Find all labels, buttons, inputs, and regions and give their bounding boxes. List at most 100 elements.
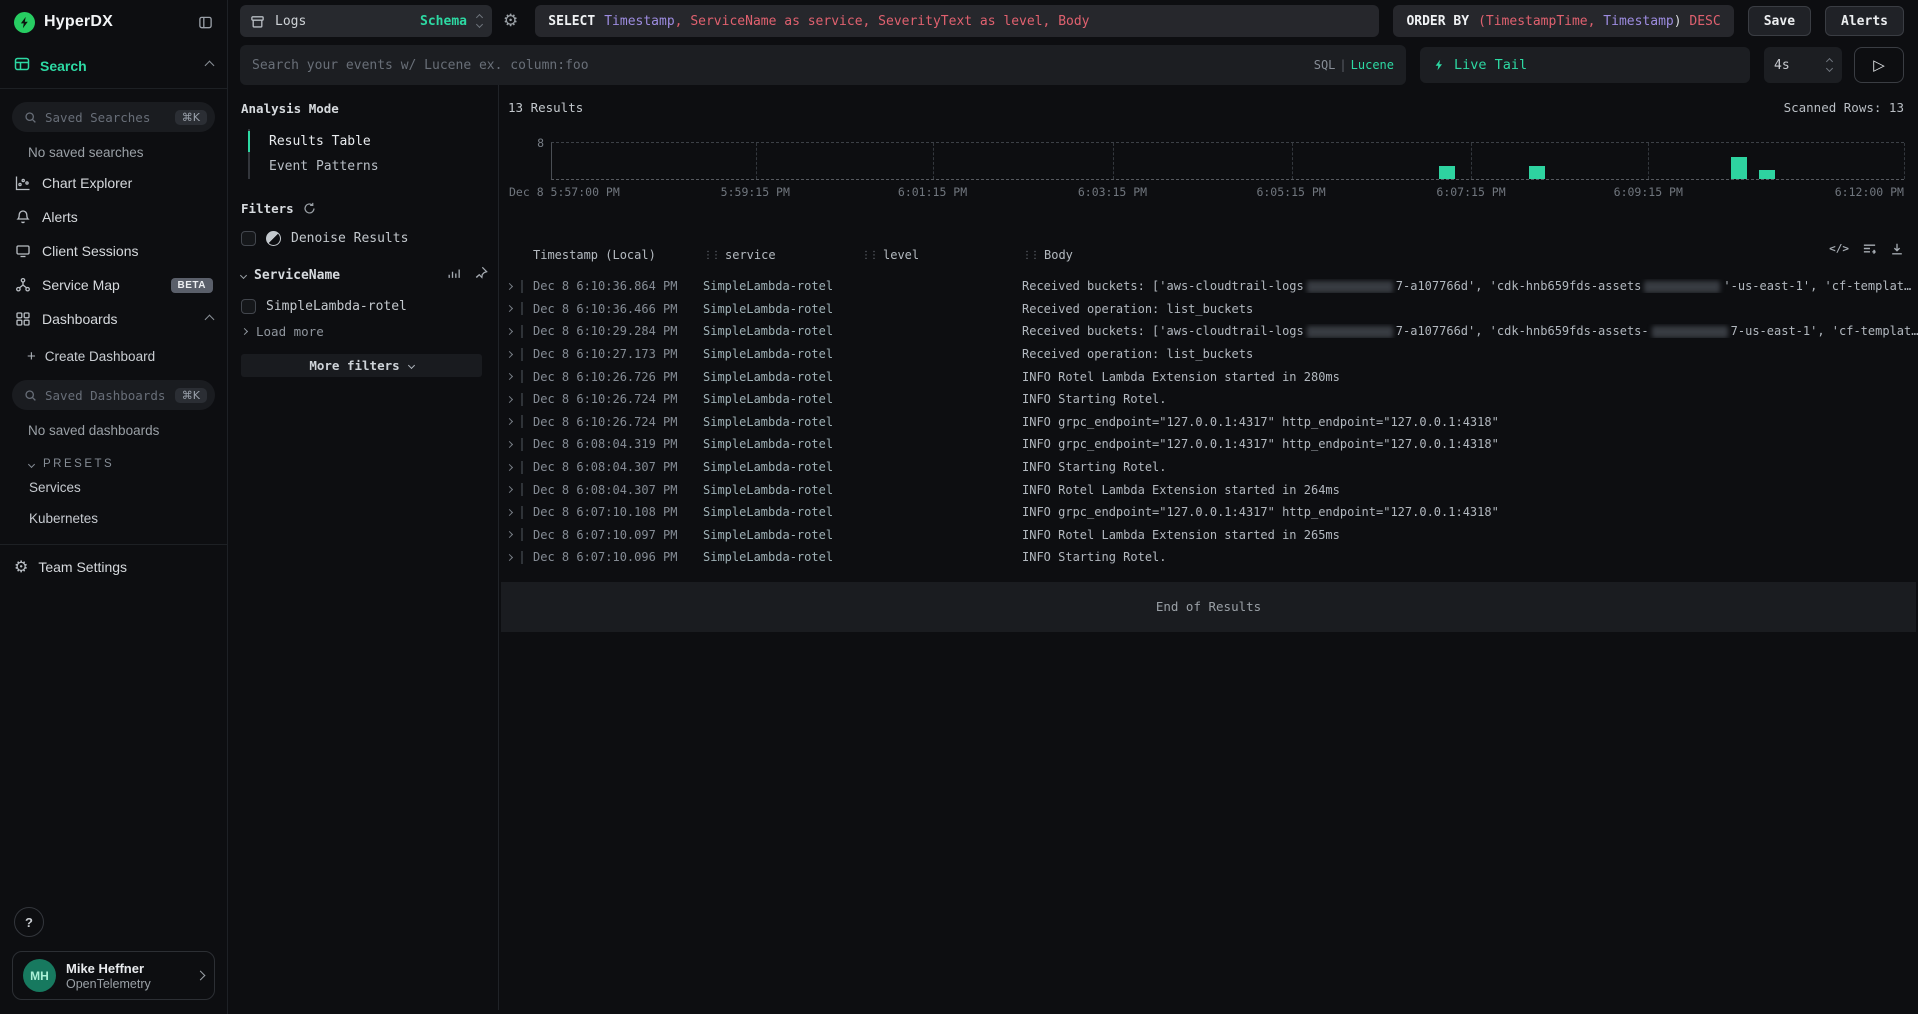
help-button[interactable]: ? — [14, 907, 44, 937]
row-expander[interactable] — [507, 551, 533, 564]
chevron-right-icon — [506, 373, 513, 380]
y-axis-tick: 8 — [537, 136, 544, 150]
row-expander[interactable] — [507, 415, 533, 428]
row-expander[interactable] — [507, 528, 533, 541]
table-row[interactable]: Dec 8 6:08:04.307 PMSimpleLambda-rotelIN… — [499, 456, 1918, 479]
wrap-lines-icon[interactable] — [1862, 241, 1877, 256]
language-toggle[interactable]: SQL|Lucene — [1314, 58, 1394, 72]
source-select[interactable]: Logs Schema — [240, 5, 492, 37]
table-row[interactable]: Dec 8 6:10:26.724 PMSimpleLambda-rotelIN… — [499, 388, 1918, 411]
refresh-interval-select[interactable]: 4s — [1764, 47, 1842, 83]
column-header-service[interactable]: ⋮⋮service — [703, 248, 861, 262]
grid-icon — [14, 311, 31, 327]
saved-dashboards-input[interactable]: Saved Dashboards ⌘K — [12, 380, 215, 410]
redacted-text — [1307, 281, 1393, 293]
select-clause-input[interactable]: SELECT Timestamp, ServiceName as service… — [535, 5, 1379, 37]
refresh-icon[interactable] — [303, 202, 316, 215]
row-expander[interactable] — [507, 461, 533, 474]
preset-services[interactable]: Services — [0, 472, 227, 503]
code-view-icon[interactable]: </> — [1829, 242, 1849, 255]
row-expander[interactable] — [507, 302, 533, 315]
mode-event-patterns[interactable]: Event Patterns — [250, 154, 488, 179]
sidebar-item-search[interactable]: Search — [0, 44, 227, 88]
row-expander[interactable] — [507, 370, 533, 383]
body-text: 7-us-east-1', 'cf-templat… — [1731, 324, 1918, 338]
gridline — [1292, 143, 1293, 179]
sidebar-item-team-settings[interactable]: ⚙ Team Settings — [0, 545, 227, 589]
preset-kubernetes[interactable]: Kubernetes — [0, 503, 227, 534]
denoise-results-option[interactable]: Denoise Results — [241, 231, 488, 246]
level-indicator — [521, 528, 523, 541]
sql-segment: SeverityText as level — [878, 14, 1042, 29]
order-by-input[interactable]: ORDER BY (TimestampTime, Timestamp) DESC — [1393, 5, 1733, 37]
histogram-bar[interactable] — [1529, 166, 1545, 180]
chevron-right-icon — [506, 418, 513, 425]
create-dashboard-button[interactable]: + Create Dashboard — [0, 336, 227, 367]
table-row[interactable]: Dec 8 6:10:29.284 PMSimpleLambda-rotelRe… — [499, 320, 1918, 343]
drag-handle-icon[interactable]: ⋮⋮ — [703, 250, 719, 261]
drag-handle-icon[interactable]: ⋮⋮ — [1022, 250, 1038, 261]
live-tail-button[interactable]: Live Tail — [1420, 47, 1750, 83]
table-row[interactable]: Dec 8 6:08:04.319 PMSimpleLambda-rotelIN… — [499, 433, 1918, 456]
search-input[interactable] — [252, 58, 1394, 73]
histogram-bar[interactable] — [1731, 157, 1747, 180]
table-row[interactable]: Dec 8 6:10:27.173 PMSimpleLambda-rotelRe… — [499, 343, 1918, 366]
body-text: INFO Rotel Lambda Extension started in 2… — [1022, 528, 1340, 542]
row-expander[interactable] — [507, 280, 533, 293]
histogram-plot[interactable] — [551, 142, 1904, 180]
facet-pin-icon[interactable] — [474, 266, 488, 284]
load-more-button[interactable]: Load more — [241, 324, 488, 339]
table-row[interactable]: Dec 8 6:10:26.724 PMSimpleLambda-rotelIN… — [499, 411, 1918, 434]
row-expander[interactable] — [507, 393, 533, 406]
filters-title: Filters — [241, 201, 294, 216]
table-row[interactable]: Dec 8 6:07:10.108 PMSimpleLambda-rotelIN… — [499, 501, 1918, 524]
row-expander[interactable] — [507, 483, 533, 496]
sql-toggle[interactable]: SQL — [1314, 58, 1336, 72]
facet-chart-icon[interactable] — [447, 266, 461, 284]
table-row[interactable]: Dec 8 6:08:04.307 PMSimpleLambda-rotelIN… — [499, 478, 1918, 501]
row-expander[interactable] — [507, 325, 533, 338]
table-row[interactable]: Dec 8 6:10:26.726 PMSimpleLambda-rotelIN… — [499, 365, 1918, 388]
histogram-bar[interactable] — [1439, 166, 1455, 180]
row-body: Received buckets: ['aws-cloudtrail-logs7… — [1022, 324, 1918, 338]
facet-value-simplelambda-rotel[interactable]: SimpleLambda-rotel — [241, 299, 488, 314]
user-menu[interactable]: MH Mike Heffner OpenTelemetry — [12, 951, 215, 1000]
more-filters-button[interactable]: More filters — [241, 354, 482, 377]
chevron-right-icon — [506, 486, 513, 493]
denoise-checkbox[interactable] — [241, 231, 256, 246]
sidebar-item-chart-explorer[interactable]: Chart Explorer — [0, 166, 227, 200]
presets-toggle[interactable]: PRESETS — [0, 444, 227, 472]
table-row[interactable]: Dec 8 6:07:10.096 PMSimpleLambda-rotelIN… — [499, 546, 1918, 569]
sidebar-item-service-map[interactable]: Service MapBETA — [0, 268, 227, 302]
sidebar: HyperDX Search Saved Searches ⌘K No save… — [0, 0, 228, 1014]
column-header-body[interactable]: ⋮⋮Body — [1022, 248, 1918, 262]
download-icon[interactable] — [1890, 242, 1904, 256]
row-expander[interactable] — [507, 348, 533, 361]
row-expander[interactable] — [507, 506, 533, 519]
sidebar-item-dashboards[interactable]: Dashboards — [0, 302, 227, 336]
table-row[interactable]: Dec 8 6:07:10.097 PMSimpleLambda-rotelIN… — [499, 524, 1918, 547]
facet-servicename-header[interactable]: ServiceName — [241, 266, 488, 284]
gridline — [933, 143, 934, 179]
lucene-toggle[interactable]: Lucene — [1351, 58, 1394, 72]
plus-icon: + — [27, 348, 36, 365]
save-button[interactable]: Save — [1748, 6, 1811, 36]
drag-handle-icon[interactable]: ⋮⋮ — [861, 250, 877, 261]
row-expander[interactable] — [507, 438, 533, 451]
column-header-timestamp[interactable]: Timestamp (Local) — [533, 248, 703, 262]
sidebar-item-client-sessions[interactable]: Client Sessions — [0, 234, 227, 268]
redacted-text — [1644, 281, 1720, 293]
column-header-level[interactable]: ⋮⋮level — [861, 248, 1022, 262]
facet-checkbox[interactable] — [241, 299, 256, 314]
sidebar-item-alerts[interactable]: Alerts — [0, 200, 227, 234]
event-search-bar: SQL|Lucene — [240, 45, 1406, 85]
source-settings-gear-icon[interactable]: ⚙ — [503, 11, 518, 31]
table-row[interactable]: Dec 8 6:10:36.466 PMSimpleLambda-rotelRe… — [499, 298, 1918, 321]
mode-results-table[interactable]: Results Table — [250, 129, 488, 154]
alerts-button[interactable]: Alerts — [1825, 6, 1904, 36]
saved-searches-input[interactable]: Saved Searches ⌘K — [12, 102, 215, 132]
run-query-button[interactable]: ▷ — [1854, 47, 1904, 83]
collapse-sidebar-icon[interactable] — [198, 15, 213, 30]
table-row[interactable]: Dec 8 6:10:36.864 PMSimpleLambda-rotelRe… — [499, 275, 1918, 298]
histogram-bar[interactable] — [1759, 170, 1775, 179]
